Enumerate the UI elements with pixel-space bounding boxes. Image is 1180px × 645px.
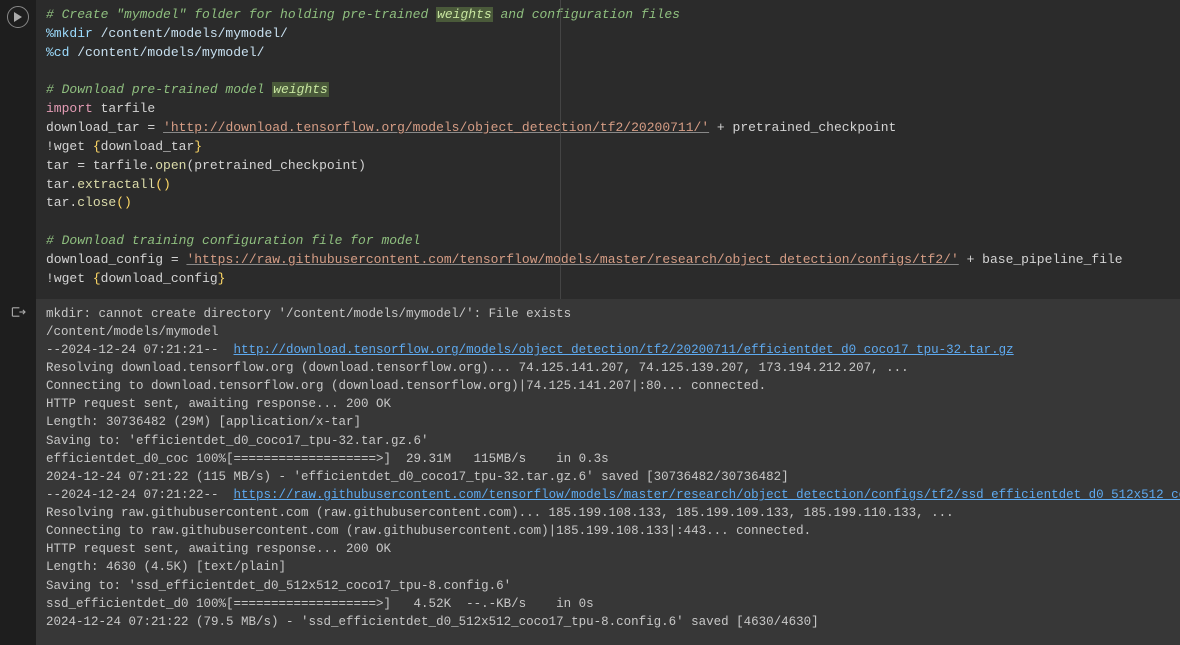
output-line: ssd_efficientdet_d0 100%[===============… <box>46 595 1180 613</box>
code-comment: # Download pre-trained model weights <box>46 82 329 97</box>
code-comment: # Download training configuration file f… <box>46 233 420 248</box>
output-line: efficientdet_d0_coc 100%[===============… <box>46 450 1180 468</box>
cell-output[interactable]: mkdir: cannot create directory '/content… <box>36 299 1180 645</box>
toggle-output-icon[interactable] <box>9 305 27 319</box>
output-line: Resolving download.tensorflow.org (downl… <box>46 359 1180 377</box>
output-line: mkdir: cannot create directory '/content… <box>46 305 1180 323</box>
output-line: 2024-12-24 07:21:22 (79.5 MB/s) - 'ssd_e… <box>46 613 1180 631</box>
output-line: /content/models/mymodel <box>46 323 1180 341</box>
output-line: HTTP request sent, awaiting response... … <box>46 395 1180 413</box>
output-link[interactable]: https://raw.githubusercontent.com/tensor… <box>234 488 1180 502</box>
output-link[interactable]: http://download.tensorflow.org/models/ob… <box>234 343 1014 357</box>
play-icon <box>13 12 23 22</box>
code-editor[interactable]: # Create "mymodel" folder for holding pr… <box>36 0 1180 299</box>
code-cell: # Create "mymodel" folder for holding pr… <box>0 0 1180 299</box>
output-line: HTTP request sent, awaiting response... … <box>46 540 1180 558</box>
output-line: Saving to: 'ssd_efficientdet_d0_512x512_… <box>46 577 1180 595</box>
output-line: Resolving raw.githubusercontent.com (raw… <box>46 504 1180 522</box>
output-line: 2024-12-24 07:21:22 (115 MB/s) - 'effici… <box>46 468 1180 486</box>
output-line: Connecting to download.tensorflow.org (d… <box>46 377 1180 395</box>
output-line: Length: 4630 (4.5K) [text/plain] <box>46 558 1180 576</box>
run-cell-button[interactable] <box>7 6 29 28</box>
cell-gutter <box>0 0 36 299</box>
code-comment: # Create "mymodel" folder for holding pr… <box>46 7 680 22</box>
magic-cd: %cd <box>46 45 69 60</box>
magic-mkdir: %mkdir <box>46 26 93 41</box>
string-url: 'http://download.tensorflow.org/models/o… <box>163 120 709 135</box>
output-line: Connecting to raw.githubusercontent.com … <box>46 522 1180 540</box>
output-cell: mkdir: cannot create directory '/content… <box>0 299 1180 645</box>
output-line: Saving to: 'efficientdet_d0_coco17_tpu-3… <box>46 432 1180 450</box>
output-line: Length: 30736482 (29M) [application/x-ta… <box>46 413 1180 431</box>
output-gutter <box>0 299 36 645</box>
keyword-import: import <box>46 101 93 116</box>
string-url: 'https://raw.githubusercontent.com/tenso… <box>186 252 958 267</box>
